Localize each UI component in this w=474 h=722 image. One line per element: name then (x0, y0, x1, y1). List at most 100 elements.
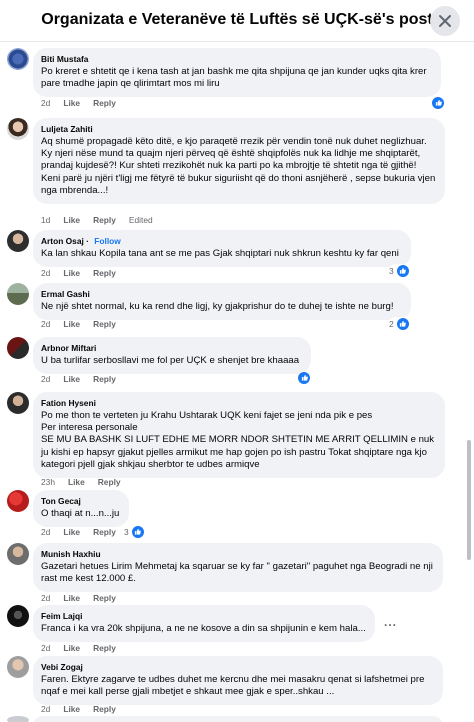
comment: Ton Gecaj O thaqi at n...n...ju 2d Like Re… (0, 490, 474, 539)
reaction-count-value: 3 (389, 265, 394, 276)
avatar[interactable] (7, 490, 29, 512)
reply-button[interactable]: Reply (93, 215, 116, 225)
reaction-count[interactable]: 3 (124, 524, 145, 539)
scrollbar[interactable] (467, 440, 471, 560)
reply-button[interactable]: Reply (93, 643, 116, 653)
close-icon (439, 15, 451, 27)
follow-button[interactable]: Follow (94, 236, 121, 246)
avatar[interactable] (7, 118, 29, 140)
comment-author[interactable]: Luljeta Zahiti (41, 124, 437, 135)
reaction-count-value: 2 (389, 318, 394, 329)
comment: Fation Hyseni Po me thon te verteten ju … (0, 390, 474, 488)
comment-time[interactable]: 2d (41, 374, 50, 384)
reply-button[interactable]: Reply (93, 268, 116, 278)
comment-time[interactable]: 2d (41, 319, 50, 329)
like-button[interactable]: Like (63, 374, 80, 384)
avatar[interactable] (7, 283, 29, 305)
comment-time[interactable]: 1d (41, 215, 50, 225)
like-button[interactable]: Like (63, 704, 80, 714)
like-reaction-badge (395, 263, 410, 278)
comment-bubble: Arbnor Miftari U ba turlifar serbosllavi… (33, 337, 311, 375)
reply-button[interactable]: Reply (93, 527, 116, 537)
comment-actions: 2d Like Reply (41, 643, 129, 653)
comment-actions: 23h Like Reply (41, 477, 134, 487)
like-button[interactable]: Like (68, 477, 85, 487)
comment-text: Faren. Ektyre zagarve te udbes duhet me … (41, 674, 425, 698)
like-button[interactable]: Like (63, 268, 80, 278)
comment-time[interactable]: 2d (41, 704, 50, 714)
reaction-count-value: 3 (124, 526, 129, 537)
edited-label: Edited (128, 215, 153, 225)
comment-time[interactable]: 2d (41, 98, 50, 108)
like-button[interactable]: Like (63, 593, 80, 603)
comment-bubble: Luljeta Zahiti Aq shumë propagadë këto d… (33, 118, 445, 205)
reaction-count[interactable] (297, 370, 311, 385)
comment: Arton Osaj · Follow Ka lan shkau Kopila … (0, 228, 474, 283)
reply-button[interactable]: Reply (98, 477, 121, 487)
comment-text: Aq shumë propagadë këto ditë, e kjo para… (41, 136, 436, 196)
like-icon (435, 99, 442, 106)
avatar[interactable] (7, 337, 29, 359)
comment-time[interactable]: 2d (41, 643, 50, 653)
more-options-icon[interactable]: ... (384, 615, 397, 629)
reply-button[interactable]: Reply (93, 319, 116, 329)
comment-bubble: Vebi Zogaj Faren. Ektyre zagarve te udbe… (33, 656, 443, 706)
comment-author[interactable]: Vebi Zogaj (41, 662, 435, 673)
like-button[interactable]: Like (63, 98, 80, 108)
next-comment-bubble (33, 716, 443, 722)
comment-time[interactable]: 2d (41, 527, 50, 537)
comment: Ermal Gashi Ne një shtet normal, ku ka r… (0, 283, 474, 331)
avatar[interactable] (7, 543, 29, 565)
avatar[interactable] (7, 656, 29, 678)
comment-bubble: Fation Hyseni Po me thon te verteten ju … (33, 392, 445, 479)
comment-author[interactable]: Fation Hyseni (41, 398, 437, 409)
reaction-count[interactable]: 2 (389, 316, 410, 331)
avatar[interactable] (7, 230, 29, 252)
like-button[interactable]: Like (63, 527, 80, 537)
reply-button[interactable]: Reply (93, 98, 116, 108)
reply-button[interactable]: Reply (93, 374, 116, 384)
comment-bubble: Ton Gecaj O thaqi at n...n...ju (33, 490, 129, 528)
comment-bubble: Ermal Gashi Ne një shtet normal, ku ka r… (33, 283, 411, 321)
like-icon (400, 320, 407, 327)
comment: Vebi Zogaj Faren. Ektyre zagarve te udbe… (0, 654, 474, 718)
comment-author[interactable]: Feim Lajqi (41, 611, 367, 622)
comment-actions: 2d Like Reply (41, 374, 129, 384)
comment-bubble: Feim Lajqi Franca i ka vra 20k shpijuna,… (33, 605, 375, 643)
avatar[interactable] (7, 392, 29, 414)
comment-text: Ka lan shkau Kopila tana ant se me pas G… (41, 248, 399, 259)
reply-button[interactable]: Reply (93, 704, 116, 714)
comment-author[interactable]: Arbnor Miftari (41, 343, 303, 354)
comment-time[interactable]: 2d (41, 593, 50, 603)
comment-text: U ba turlifar serbosllavi me fol per UÇK… (41, 355, 300, 366)
reaction-count[interactable] (431, 95, 445, 110)
like-button[interactable]: Like (63, 643, 80, 653)
dialog-header: Organizata e Veteranëve të Luftës së UÇK… (0, 0, 474, 42)
comment-author[interactable]: Munish Haxhiu (41, 549, 435, 560)
comment-time[interactable]: 2d (41, 268, 50, 278)
comment-text: Franca i ka vra 20k shpijuna, a ne ne ko… (41, 623, 366, 634)
comment-author[interactable]: Ermal Gashi (41, 289, 403, 300)
like-reaction-badge (395, 316, 410, 331)
reaction-count[interactable]: 3 (389, 263, 410, 278)
comment-author-name[interactable]: Arton Osaj (41, 236, 84, 246)
like-button[interactable]: Like (63, 215, 80, 225)
comment: Arbnor Miftari U ba turlifar serbosllavi… (0, 335, 474, 387)
comment-author: Arton Osaj · Follow (41, 236, 121, 246)
close-button[interactable] (430, 6, 460, 36)
comment-actions: 2d Like Reply (41, 593, 129, 603)
avatar[interactable] (7, 605, 29, 627)
like-reaction-badge (130, 524, 145, 539)
reply-button[interactable]: Reply (93, 593, 116, 603)
comment: Biti Mustafa Po kreret e shtetit qe i ke… (0, 44, 474, 112)
comment-time[interactable]: 23h (41, 477, 55, 487)
next-comment-avatar (7, 716, 29, 722)
comment-author[interactable]: Biti Mustafa (41, 54, 433, 65)
comment: Feim Lajqi Franca i ka vra 20k shpijuna,… (0, 605, 474, 655)
comment-actions: 1d Like Reply Edited (41, 215, 166, 225)
avatar[interactable] (7, 48, 29, 70)
comment-actions: 2d Like Reply (41, 98, 129, 108)
comment-author[interactable]: Ton Gecaj (41, 496, 121, 507)
like-reaction-badge (297, 370, 311, 385)
like-button[interactable]: Like (63, 319, 80, 329)
